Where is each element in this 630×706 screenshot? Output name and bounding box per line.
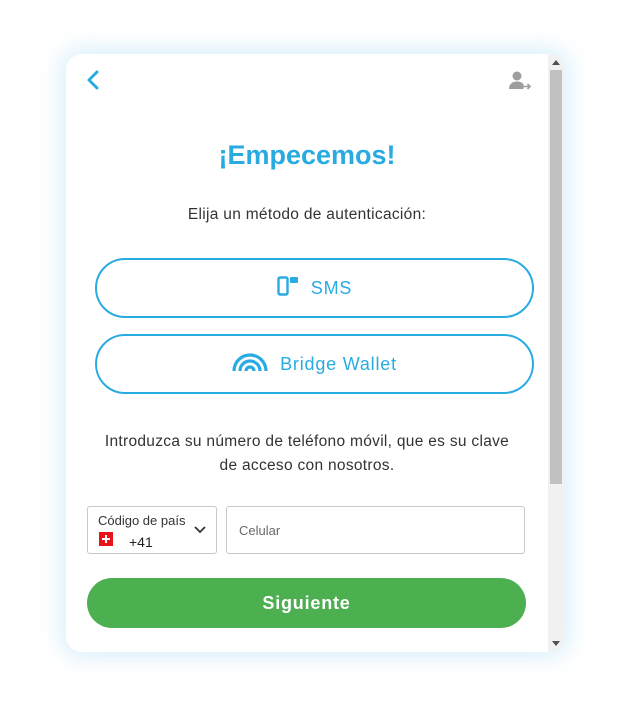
- back-button[interactable]: [84, 68, 104, 92]
- sms-device-icon: [277, 275, 299, 301]
- scroll-up-arrow-icon[interactable]: [552, 60, 560, 65]
- auth-method-prompt: Elija un método de autenticación:: [187, 206, 427, 223]
- user-switch-button[interactable]: [508, 70, 532, 92]
- country-code-value: +41: [129, 534, 153, 550]
- switzerland-flag-icon: [99, 532, 113, 546]
- phone-intro-line-1: Introduzca su número de teléfono móvil, …: [104, 433, 510, 450]
- phone-number-input[interactable]: [226, 506, 525, 554]
- bridge-wallet-icon: [232, 352, 268, 377]
- chevron-down-icon: [194, 526, 206, 534]
- bridge-wallet-method-button[interactable]: Bridge Wallet: [95, 334, 534, 394]
- chevron-left-icon: [87, 70, 99, 90]
- scroll-down-arrow-icon[interactable]: [552, 641, 560, 646]
- scrollbar-thumb[interactable]: [550, 70, 562, 484]
- scrollbar[interactable]: [548, 54, 564, 652]
- country-code-label: Código de país: [98, 513, 186, 528]
- country-code-select[interactable]: Código de país +41: [87, 506, 217, 554]
- bridge-wallet-method-label: Bridge Wallet: [280, 353, 397, 374]
- sms-method-label: SMS: [310, 277, 353, 298]
- phone-intro-text: Introduzca su número de teléfono móvil, …: [86, 430, 528, 478]
- auth-card: ¡Empecemos! Elija un método de autentica…: [66, 54, 564, 652]
- page-title: ¡Empecemos!: [218, 140, 396, 170]
- phone-intro-line-2: de acceso con nosotros.: [219, 457, 395, 474]
- user-switch-icon: [509, 71, 532, 90]
- sms-method-button[interactable]: SMS: [95, 258, 534, 318]
- next-button[interactable]: Siguiente: [87, 578, 526, 628]
